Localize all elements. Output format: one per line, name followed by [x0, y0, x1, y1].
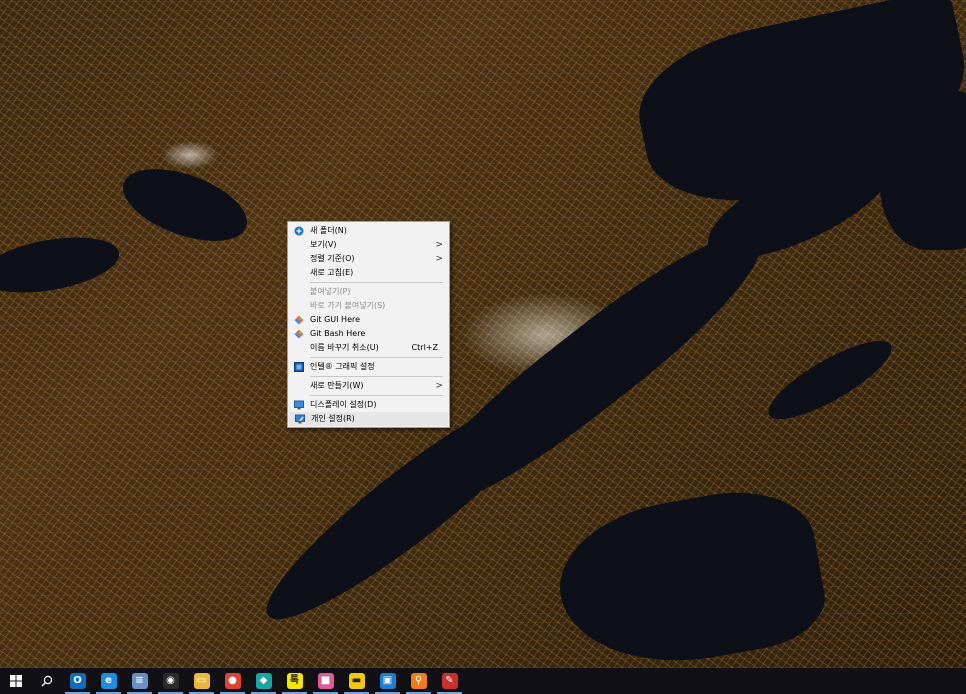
taskbar: Oe ≡ ◉ ▭ ● ◆ 톡 ■ ▬ ▣ ⚲ ✎: [0, 668, 966, 694]
taskbar-apps: Oe ≡ ◉ ▭ ● ◆ 톡 ■ ▬ ▣ ⚲ ✎: [62, 668, 465, 694]
menu-item-label: 이름 바꾸기 취소(U): [310, 343, 379, 352]
file-explorer-icon: ▭: [193, 673, 210, 689]
taskbar-app-search-tool[interactable]: ⚲: [403, 668, 434, 694]
menu-item-label: 보기(V): [310, 240, 337, 249]
menu-item-new-folder[interactable]: 새 폴더(N): [288, 224, 449, 238]
taskbar-app-sticky-notes[interactable]: ▬: [341, 668, 372, 694]
sticky-notes-icon: ▬: [348, 673, 365, 689]
menu-item-label: 새로 만들기(W): [310, 381, 364, 390]
menu-item-label: 바로 가기 붙여넣기(S): [310, 301, 386, 310]
adobe-app-icon: ✎: [441, 673, 458, 689]
menu-item-paste: 붙여넣기(P): [288, 285, 449, 299]
taskbar-app-pink-app[interactable]: ■: [310, 668, 341, 694]
menu-separator: [310, 395, 443, 396]
desktop-wallpaper[interactable]: [0, 0, 966, 668]
display-icon: [294, 400, 304, 410]
blue-circle-icon: [294, 226, 304, 236]
menu-item-label: 새로 고침(E): [310, 268, 354, 277]
menu-item-label: Git Bash Here: [310, 329, 366, 338]
taskbar-app-notepad[interactable]: ≡: [124, 668, 155, 694]
taskbar-app-blue-app[interactable]: ▣: [372, 668, 403, 694]
notepad-icon: ≡: [131, 673, 148, 689]
menu-item-undo-rename[interactable]: 이름 바꾸기 취소(U) Ctrl+Z: [288, 341, 449, 355]
search-icon: [41, 672, 53, 691]
internet-explorer-icon: e: [100, 673, 117, 689]
menu-item-personalize[interactable]: 개인 설정(R): [289, 412, 448, 426]
git-icon: [294, 329, 304, 339]
desktop-context-menu: 새 폴더(N) 보기(V) > 정렬 기준(O) > 새로 고침(E) 붙여넣기…: [287, 221, 450, 428]
menu-item-label: 개인 설정(R): [311, 414, 355, 423]
app-teal-icon: ◆: [255, 673, 272, 689]
menu-item-git-gui[interactable]: Git GUI Here: [288, 313, 449, 327]
menu-item-sort-by[interactable]: 정렬 기준(O) >: [288, 252, 449, 266]
menu-item-refresh[interactable]: 새로 고침(E): [288, 266, 449, 280]
kakaotalk-icon: 톡: [286, 673, 303, 689]
menu-separator: [310, 282, 443, 283]
menu-separator: [310, 357, 443, 358]
start-button[interactable]: [0, 668, 31, 694]
taskbar-app-chromium[interactable]: ◉: [155, 668, 186, 694]
chromium-icon: ◉: [162, 673, 179, 689]
menu-item-label: 디스플레이 설정(D): [310, 400, 377, 409]
taskbar-app-outlook[interactable]: O: [62, 668, 93, 694]
menu-item-label: 새 폴더(N): [310, 226, 347, 235]
menu-item-new[interactable]: 새로 만들기(W) >: [288, 379, 449, 393]
git-icon: [294, 315, 304, 325]
menu-item-git-bash[interactable]: Git Bash Here: [288, 327, 449, 341]
blue-app-icon: ▣: [379, 673, 396, 689]
pink-app-icon: ■: [317, 673, 334, 689]
menu-item-label: 인텔® 그래픽 설정: [310, 362, 375, 371]
submenu-arrow-icon: >: [435, 381, 443, 391]
menu-item-shortcut: Ctrl+Z: [411, 343, 438, 352]
menu-item-label: 정렬 기준(O): [310, 254, 355, 263]
taskbar-app-kakaotalk[interactable]: 톡: [279, 668, 310, 694]
menu-item-display-settings[interactable]: 디스플레이 설정(D): [288, 398, 449, 412]
taskbar-app-app-teal[interactable]: ◆: [248, 668, 279, 694]
menu-item-intel-graphics[interactable]: 인텔® 그래픽 설정: [288, 360, 449, 374]
chrome-icon: ●: [224, 673, 241, 689]
taskbar-app-internet-explorer[interactable]: e: [93, 668, 124, 694]
windows-start-icon: [9, 672, 22, 691]
menu-item-label: 붙여넣기(P): [310, 287, 351, 296]
personalize-icon: [295, 414, 305, 424]
search-tool-icon: ⚲: [410, 673, 427, 689]
outlook-icon: O: [69, 673, 86, 689]
intel-graphics-icon: [294, 362, 304, 372]
menu-item-paste-shortcut: 바로 가기 붙여넣기(S): [288, 299, 449, 313]
submenu-arrow-icon: >: [435, 240, 443, 250]
menu-item-label: Git GUI Here: [310, 315, 361, 324]
taskbar-app-chrome[interactable]: ●: [217, 668, 248, 694]
taskbar-app-file-explorer[interactable]: ▭: [186, 668, 217, 694]
menu-separator: [310, 376, 443, 377]
search-button[interactable]: [31, 668, 62, 694]
submenu-arrow-icon: >: [435, 254, 443, 264]
menu-item-view[interactable]: 보기(V) >: [288, 238, 449, 252]
taskbar-app-adobe-app[interactable]: ✎: [434, 668, 465, 694]
